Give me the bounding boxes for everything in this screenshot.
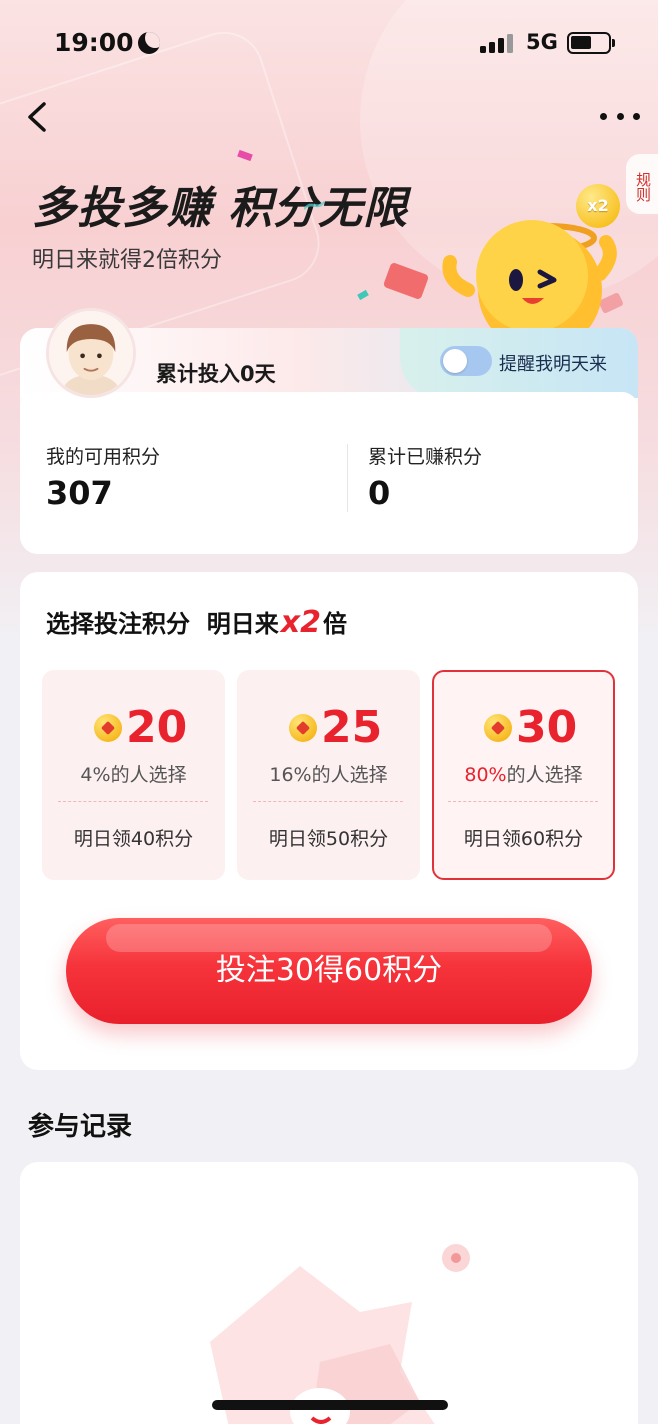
bet-title-multiplier: x2 [280, 605, 321, 640]
bet-option-percent: 16%的人选择 [237, 760, 420, 787]
bet-option-pct-suffix: 的人选择 [311, 764, 388, 786]
bet-option-pct-number: 80% [464, 764, 507, 786]
bet-option-pct-suffix: 的人选择 [110, 764, 187, 786]
remind-label[interactable]: 提醒我明天来 [499, 350, 607, 376]
battery-icon [567, 32, 615, 54]
bet-option-reward: 明日领40积分 [73, 828, 194, 850]
records-card [20, 1162, 638, 1424]
headline-part-1: 多投多赚 [32, 183, 212, 234]
page-headline: 多投多赚 积分无限 [32, 172, 408, 236]
bet-option-reward: 明日领50积分 [268, 828, 389, 850]
status-time: 19:00 [54, 28, 134, 57]
back-icon[interactable] [24, 100, 54, 134]
avatar[interactable] [46, 308, 136, 398]
more-icon[interactable] [600, 108, 640, 124]
bet-title-suffix: 倍 [322, 610, 347, 638]
moon-icon [138, 32, 160, 54]
empty-state-illustration [210, 1244, 470, 1424]
bet-option-value: 30 [516, 702, 578, 753]
records-title: 参与记录 [28, 1112, 133, 1142]
earned-points-label: 累计已赚积分 [368, 446, 483, 468]
available-points-value: 307 [46, 474, 113, 512]
status-bar: 19:00 5G [0, 0, 658, 88]
option-divider [253, 801, 403, 802]
coin-icon [484, 714, 512, 742]
option-divider [58, 801, 208, 802]
bet-option-percent: 80%的人选择 [432, 760, 615, 787]
invest-days-label: 累计投入0天 [156, 362, 276, 386]
bet-option-pct-suffix: 的人选择 [506, 764, 583, 786]
hero-subline: 明日来就得2倍积分 [32, 248, 222, 273]
bet-option-pct-number: 4% [80, 764, 111, 786]
coin-icon [289, 714, 317, 742]
bet-title-prefix: 选择投注积分 明日来 [46, 610, 279, 638]
home-indicator[interactable] [212, 1400, 448, 1410]
remind-toggle[interactable] [440, 346, 492, 376]
signal-icon [480, 33, 516, 53]
x2-badge: x2 [576, 184, 620, 228]
earned-points-value: 0 [368, 474, 391, 512]
bet-option-pct-number: 16% [269, 764, 312, 786]
stat-divider [347, 444, 348, 512]
bet-submit-button[interactable]: 投注30得60积分 [66, 918, 592, 1024]
option-divider [448, 801, 598, 802]
network-label: 5G [526, 30, 558, 54]
bet-option-percent: 4%的人选择 [42, 760, 225, 787]
bet-title: 选择投注积分 明日来x2倍 [46, 604, 347, 640]
available-points-label: 我的可用积分 [46, 446, 161, 468]
bet-submit-label: 投注30得60积分 [215, 953, 443, 988]
bet-option-reward: 明日领60积分 [463, 828, 584, 850]
bet-option-value: 25 [321, 702, 383, 753]
bet-option-value: 20 [126, 702, 188, 753]
coin-icon [94, 714, 122, 742]
